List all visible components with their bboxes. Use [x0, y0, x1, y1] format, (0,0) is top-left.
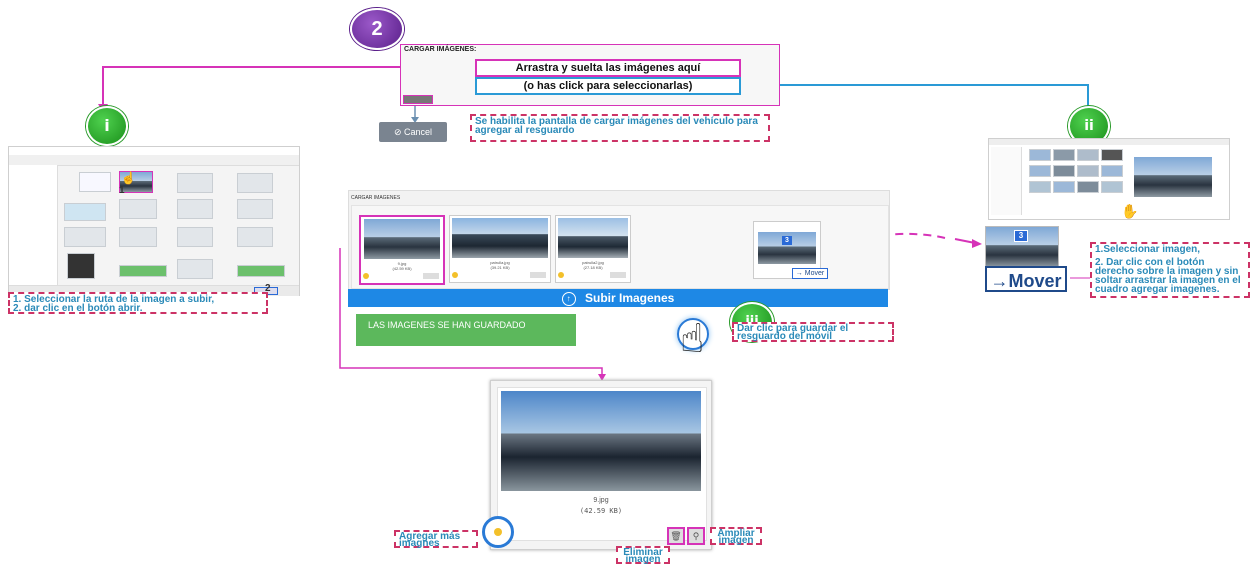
- thumb-card-1[interactable]: 9.jpg (42.59 KB): [359, 215, 445, 285]
- mover-big-button[interactable]: →Mover: [985, 266, 1067, 292]
- small-cancel-thumb: [403, 95, 433, 104]
- upload-panel-top: CARGAR IMÁGENES: Arrastra y suelta las i…: [400, 44, 780, 106]
- thumb-add-icon-3[interactable]: [558, 272, 564, 278]
- callout-enlarge: Ampliar imagen: [710, 527, 762, 546]
- thumb-actions-2[interactable]: [530, 272, 546, 278]
- trash-icon: 🗑: [670, 531, 682, 541]
- detail-filesize: (42.59 KB): [579, 507, 623, 515]
- thumb-size-2: (39.21 KB): [490, 265, 510, 270]
- image-detail-card: 9.jpg (42.59 KB) 🗑 ⚲: [490, 380, 712, 550]
- pointer-hand-icon: ☝: [680, 316, 705, 362]
- cancel-icon: ⊘: [393, 127, 402, 137]
- add-icon: [494, 528, 502, 536]
- thumb-image-3: [558, 218, 628, 258]
- detail-filename: 9.jpg: [593, 497, 609, 504]
- upload-label: Subir Imagenes: [584, 291, 675, 305]
- thumb-add-icon-2[interactable]: [452, 272, 458, 278]
- right-badge-3: 3: [1014, 230, 1028, 242]
- drop-zone-text[interactable]: Arrastra y suelta las imágenes aquí: [475, 59, 741, 77]
- drag-hand-icon: ✋: [1121, 203, 1139, 219]
- cursor-hand-icon: ☝: [121, 171, 136, 185]
- thumb-add-icon-1[interactable]: [363, 273, 369, 279]
- thumb-card-3[interactable]: patrulla2.jpg (27.18 KB): [555, 215, 631, 283]
- browser-car-image[interactable]: [1134, 157, 1212, 197]
- thumb-actions-1[interactable]: [423, 273, 439, 279]
- main-panel-title: CARGAR IMAGENES: [351, 195, 401, 201]
- cancel-button[interactable]: ⊘ Cancel: [379, 122, 447, 142]
- drag-target[interactable]: 3 → Mover: [753, 221, 828, 279]
- step-i-badge: i: [86, 106, 128, 146]
- zoom-icon: ⚲: [692, 531, 700, 541]
- file-dialog-screenshot: 1 ☝ 2: [8, 146, 300, 296]
- callout-save: Dar clic para guardar el resguardo del m…: [732, 322, 894, 342]
- thumb-size-3: (27.18 KB): [583, 265, 603, 270]
- enlarge-button[interactable]: ⚲: [687, 527, 705, 545]
- upload-panel-title: CARGAR IMÁGENES:: [404, 46, 477, 53]
- upload-panel-main: CARGAR IMAGENES 9.jpg (42.59 KB) patrull…: [348, 190, 890, 290]
- cancel-label: Cancel: [404, 127, 433, 137]
- callout-add-more: Agregar más imagnes: [394, 530, 478, 549]
- thumb-image-2: [452, 218, 548, 258]
- detail-image: [501, 391, 701, 491]
- click-select-text[interactable]: (o has click para seleccionarlas): [475, 77, 741, 95]
- drag-target-badge: 3: [782, 236, 792, 245]
- marker-1: 1: [119, 185, 125, 196]
- saved-message: LAS IMAGENES SE HAN GUARDADO: [356, 314, 576, 346]
- image-browser-screenshot: ✋: [988, 138, 1230, 220]
- thumb-image-1: [364, 219, 440, 259]
- move-button-small[interactable]: → Mover: [792, 268, 828, 279]
- callout-delete: Eliminar imagen: [616, 546, 670, 565]
- add-more-button[interactable]: [482, 516, 514, 548]
- thumb-actions-3[interactable]: [610, 272, 626, 278]
- upload-icon: ↑: [561, 291, 576, 306]
- step-2-badge: 2: [350, 8, 404, 50]
- delete-button[interactable]: 🗑: [667, 527, 685, 545]
- thumb-card-2[interactable]: patrulla.jpg (39.21 KB): [449, 215, 551, 283]
- callout-enabled: Se habilita la pantalla de cargar imágen…: [470, 114, 770, 142]
- thumb-size-1: (42.59 KB): [392, 266, 412, 271]
- upload-button[interactable]: ↑ Subir Imagenes: [348, 289, 888, 307]
- callout-select-path: 1. Seleccionar la ruta de la imagen a su…: [8, 292, 268, 314]
- callout-select-drag: 1.Seleccionar imagen, 2. Dar clic con el…: [1090, 242, 1250, 298]
